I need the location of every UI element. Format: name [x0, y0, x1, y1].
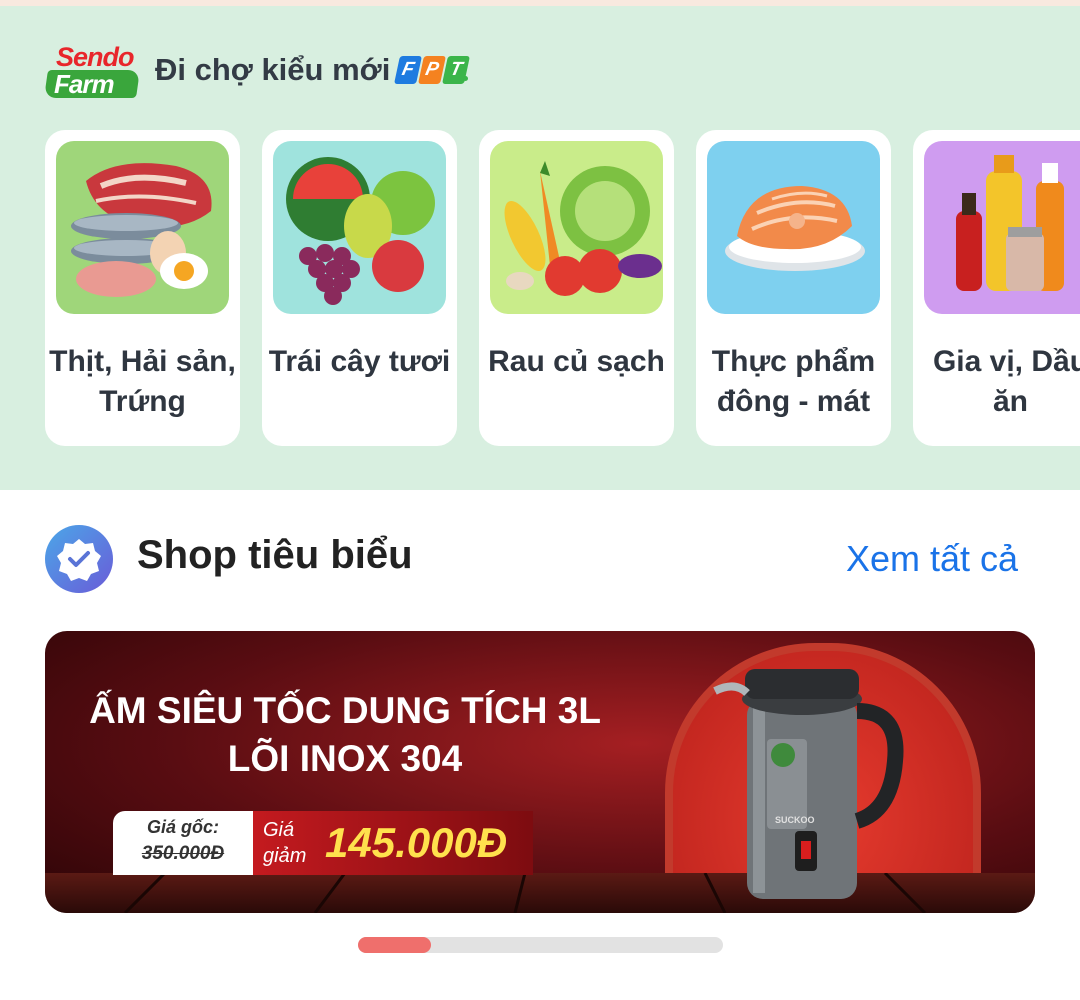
fpt-logo-dot: [463, 76, 468, 81]
fresh-fruit-image: [273, 141, 446, 314]
electric-kettle-image: SUCKOO: [713, 669, 904, 899]
carousel-indicator: [358, 937, 723, 953]
category-label: Gia vị, Dầu ăn: [932, 345, 1080, 418]
category-card-spices-oil[interactable]: Gia vị, Dầu ăn: [913, 130, 1080, 446]
category-card-frozen-food[interactable]: Thực phẩm đông - mát: [696, 130, 891, 446]
category-label: Thực phẩm đông - mát: [711, 345, 876, 418]
banner-headline-line2: LÕI INOX 304: [227, 738, 463, 779]
category-card-fresh-fruit[interactable]: Trái cây tươi: [262, 130, 457, 446]
banner-headline-line1: ẤM SIÊU TỐC DUNG TÍCH 3L: [89, 690, 601, 731]
original-price-box: Giá gốc: 350.000Đ: [113, 811, 253, 875]
see-all-link[interactable]: Xem tất cả: [846, 538, 1018, 580]
category-label: Rau củ sạch: [488, 345, 665, 378]
section-title: Shop tiêu biểu: [137, 533, 413, 577]
sendo-farm-logo[interactable]: Sendo Farm: [44, 42, 140, 100]
logo-farm-text: Farm: [54, 69, 114, 99]
banner-headline: ẤM SIÊU TỐC DUNG TÍCH 3L LÕI INOX 304: [45, 687, 645, 783]
sendo-farm-section: Sendo Farm Đi chợ kiểu mới F P T Thịt, H…: [0, 6, 1080, 490]
sale-price-box: Giá giảm 145.000Đ: [253, 811, 533, 875]
vegetables-image: [490, 141, 663, 314]
sale-price-label: Giá giảm: [263, 819, 307, 867]
original-price-label: Giá gốc:: [146, 817, 219, 837]
meat-seafood-eggs-image: [56, 141, 229, 314]
category-label: Trái cây tươi: [268, 345, 451, 378]
sale-price: 145.000Đ: [325, 819, 508, 866]
category-card-meat-seafood-eggs[interactable]: Thịt, Hải sản, Trứng: [45, 130, 240, 446]
category-label: Thịt, Hải sản, Trứng: [49, 345, 236, 418]
farm-tagline: Đi chợ kiểu mới: [155, 52, 391, 87]
kettle-brand-text: SUCKOO: [775, 815, 815, 825]
spices-oil-image: [924, 141, 1080, 314]
original-price: 350.000Đ: [141, 843, 225, 864]
frozen-salmon-image: [707, 141, 880, 314]
carousel-indicator-active: [358, 937, 431, 953]
fpt-logo: F P T: [394, 56, 470, 84]
category-card-vegetables[interactable]: Rau củ sạch: [479, 130, 674, 446]
verified-badge-icon: [45, 525, 113, 593]
logo-farm-badge: Farm: [44, 69, 140, 99]
promo-banner[interactable]: SUCKOO ẤM SIÊU TỐC DUNG TÍCH 3L LÕI INOX…: [45, 631, 1035, 913]
